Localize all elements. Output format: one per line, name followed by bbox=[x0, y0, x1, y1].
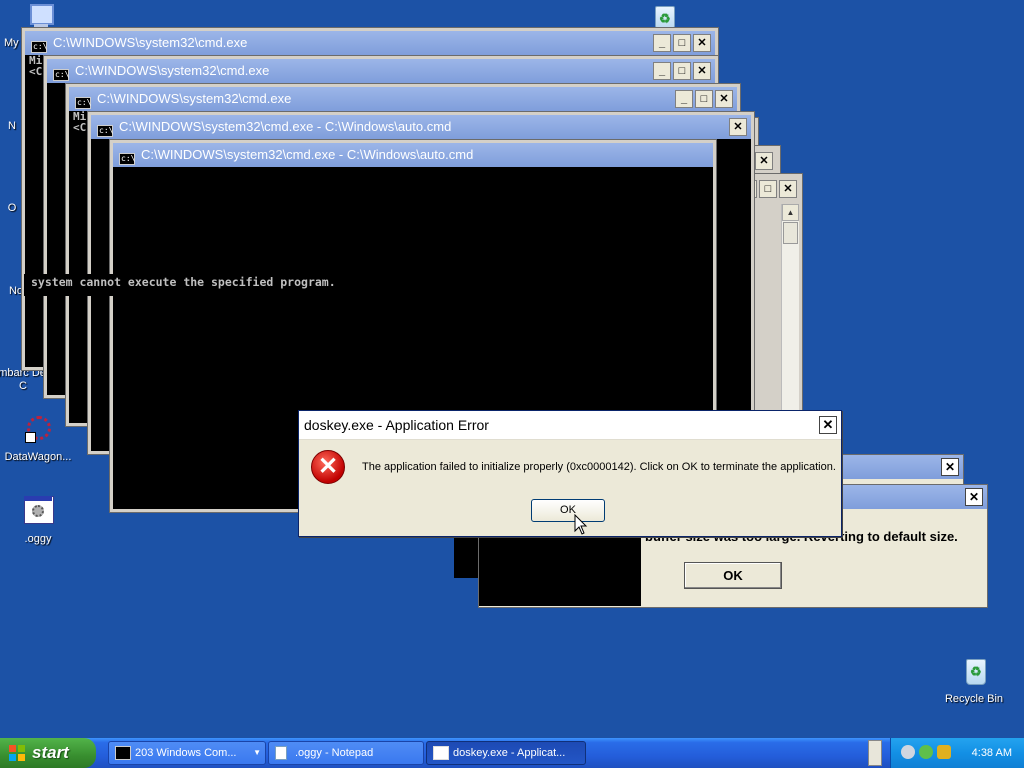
console-icon bbox=[115, 746, 131, 760]
taskbar-button-notepad[interactable]: .oggy - Notepad bbox=[268, 741, 424, 765]
taskbar: start 203 Windows Com... ▼ .oggy - Notep… bbox=[0, 738, 1024, 768]
error-icon: ✕ bbox=[311, 450, 345, 484]
console-icon: c:\ bbox=[97, 125, 114, 137]
console-text: <C bbox=[73, 121, 87, 134]
start-button[interactable]: start bbox=[0, 738, 96, 768]
desktop-icon-oggy[interactable]: .oggy bbox=[0, 496, 78, 546]
close-button[interactable]: ✕ bbox=[755, 152, 773, 170]
maximize-button[interactable]: □ bbox=[759, 180, 777, 198]
scroll-up-arrow[interactable]: ▲ bbox=[782, 204, 799, 221]
network-icon[interactable] bbox=[919, 745, 933, 759]
settings-window-icon bbox=[21, 496, 55, 530]
console-icon: c:\ bbox=[75, 97, 92, 109]
desktop-icon-recycle-bin[interactable]: ♻ Recycle Bin bbox=[934, 656, 1014, 706]
console-icon: c:\ bbox=[119, 153, 136, 165]
error-message: The application failed to initialize pro… bbox=[362, 461, 836, 473]
close-button[interactable]: ✕ bbox=[941, 458, 959, 476]
ok-button[interactable]: OK bbox=[684, 562, 782, 589]
scroll-thumb[interactable] bbox=[783, 222, 798, 244]
datawagon-icon: ↗ bbox=[21, 414, 55, 448]
application-error-dialog[interactable]: doskey.exe - Application Error ✕ ✕ The a… bbox=[298, 410, 842, 537]
dialog-title: doskey.exe - Application Error bbox=[299, 411, 841, 440]
console-error-line: system cannot execute the specified prog… bbox=[24, 274, 392, 296]
console-text: <C bbox=[29, 65, 43, 78]
maximize-button[interactable]: □ bbox=[673, 34, 691, 52]
close-button[interactable]: ✕ bbox=[693, 62, 711, 80]
mouse-cursor-icon bbox=[574, 514, 588, 535]
title-bar[interactable]: c:\ C:\WINDOWS\system32\cmd.exe - C:\Wind… bbox=[91, 115, 751, 139]
close-button[interactable]: ✕ bbox=[693, 34, 711, 52]
maximize-button[interactable]: □ bbox=[673, 62, 691, 80]
maximize-button[interactable]: □ bbox=[695, 90, 713, 108]
taskbar-button-doskey[interactable]: doskey.exe - Applicat... bbox=[426, 741, 586, 765]
console-icon: c:\ bbox=[53, 69, 70, 81]
taskbar-button-cmd-group[interactable]: 203 Windows Com... ▼ bbox=[108, 741, 266, 765]
title-bar[interactable]: c:\ C:\WINDOWS\system32\cmd.exe - C:\Wind… bbox=[113, 143, 713, 167]
recycle-bin-icon: ♻ bbox=[957, 656, 991, 690]
title-bar[interactable]: c:\ C:\WINDOWS\system32\cmd.exe _ □ ✕ bbox=[25, 31, 715, 55]
ok-button[interactable]: OK bbox=[531, 499, 605, 522]
title-bar[interactable]: c:\ C:\WINDOWS\system32\cmd.exe _ □ ✕ bbox=[69, 87, 737, 111]
chevron-down-icon: ▼ bbox=[253, 748, 261, 757]
close-button[interactable]: ✕ bbox=[965, 488, 983, 506]
security-shield-icon[interactable] bbox=[937, 745, 951, 759]
minimize-button[interactable]: _ bbox=[675, 90, 693, 108]
close-button[interactable]: ✕ bbox=[715, 90, 733, 108]
close-button[interactable]: ✕ bbox=[729, 118, 747, 136]
close-button[interactable]: ✕ bbox=[819, 416, 837, 434]
notepad-icon bbox=[275, 746, 287, 760]
system-tray: 4:38 AM bbox=[890, 738, 1024, 768]
clock[interactable]: 4:38 AM bbox=[972, 747, 1012, 759]
minimize-button[interactable]: _ bbox=[653, 34, 671, 52]
title-bar[interactable]: c:\ C:\WINDOWS\system32\cmd.exe _ □ ✕ bbox=[47, 59, 715, 83]
console-icon: c:\ bbox=[31, 41, 48, 53]
window-icon bbox=[433, 746, 449, 760]
windows-flag-icon bbox=[9, 745, 26, 761]
close-button[interactable]: ✕ bbox=[779, 180, 797, 198]
minimize-button[interactable]: _ bbox=[653, 62, 671, 80]
speaker-icon[interactable] bbox=[901, 745, 915, 759]
taskbar-scroll-handle[interactable] bbox=[868, 740, 882, 766]
